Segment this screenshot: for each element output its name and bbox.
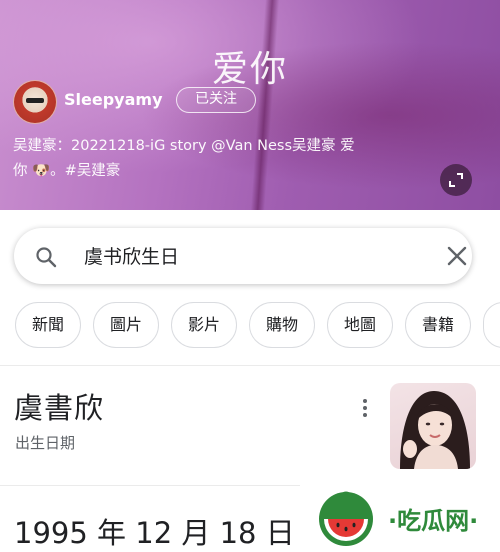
banner-title: 爱你 [211, 49, 288, 90]
avatar-glasses [26, 98, 44, 103]
story-caption: 吴建豪：20221218-iG story @Van Ness吴建豪 爱 你 🐶… [13, 134, 413, 184]
birth-date-answer: 1995 年 12 月 18 日 [14, 516, 295, 550]
entity-name: 虞書欣 [14, 391, 105, 425]
chip-more[interactable] [483, 302, 500, 348]
chip-maps[interactable]: 地圖 [327, 302, 393, 348]
chip-books[interactable]: 書籍 [405, 302, 471, 348]
divider [0, 365, 500, 366]
chip-images[interactable]: 圖片 [93, 302, 159, 348]
more-options-icon[interactable] [358, 396, 372, 420]
close-icon[interactable] [446, 245, 468, 267]
divider [0, 485, 300, 486]
caption-line-1: 吴建豪：20221218-iG story @Van Ness吴建豪 爱 [13, 138, 355, 154]
search-input[interactable]: 虞书欣生日 [84, 242, 179, 269]
entity-photo[interactable] [390, 383, 476, 469]
follow-button[interactable]: 已关注 [176, 87, 256, 113]
chip-news[interactable]: 新聞 [15, 302, 81, 348]
entity-subtitle: 出生日期 [15, 434, 76, 452]
search-filter-chips: 新聞 圖片 影片 購物 地圖 書籍 [15, 302, 500, 348]
story-banner[interactable]: 爱你 Sleepyamy 已关注 吴建豪：20221218-iG story @… [0, 0, 500, 210]
search-bar[interactable]: 虞书欣生日 [14, 228, 472, 284]
watermelon-logo-icon [319, 491, 373, 546]
portrait-image [400, 391, 470, 469]
search-icon[interactable] [34, 245, 58, 269]
chip-shopping[interactable]: 購物 [249, 302, 315, 348]
watermark: ·吃瓜网· [300, 485, 500, 550]
chip-videos[interactable]: 影片 [171, 302, 237, 348]
caption-line-2: 你 🐶。#吴建豪 [13, 163, 121, 179]
username[interactable]: Sleepyamy [64, 90, 163, 109]
watermark-text: ·吃瓜网· [388, 507, 479, 535]
expand-button[interactable] [440, 164, 472, 196]
avatar[interactable] [13, 80, 57, 124]
expand-icon [449, 173, 463, 187]
